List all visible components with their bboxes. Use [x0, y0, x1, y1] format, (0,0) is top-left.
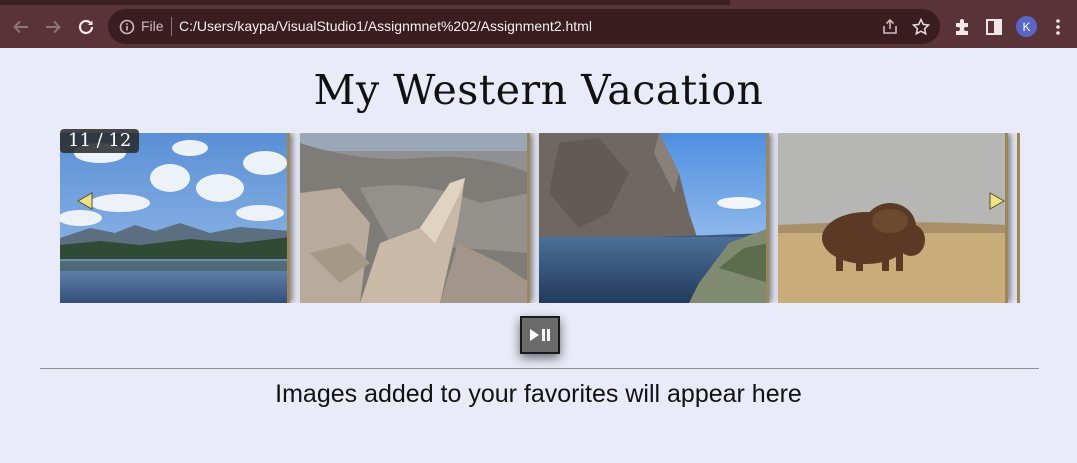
- slide-image-rocky-cliff: [300, 133, 530, 303]
- slide-frame-edge: [287, 133, 290, 303]
- gallery-slide-partial: [1017, 133, 1020, 303]
- slide-frame-edge: [766, 133, 769, 303]
- browser-toolbar: File C:/Users/kaypa/VisualStudio1/Assign…: [0, 5, 1077, 48]
- address-separator: [171, 17, 172, 36]
- kebab-menu-icon[interactable]: [1047, 16, 1069, 38]
- gallery-slide[interactable]: [60, 133, 290, 303]
- address-prefix: File: [141, 18, 164, 34]
- next-arrow-icon[interactable]: [988, 192, 1006, 210]
- address-bar[interactable]: File C:/Users/kaypa/VisualStudio1/Assign…: [108, 9, 940, 44]
- back-button[interactable]: [5, 5, 37, 48]
- gallery-slide[interactable]: [539, 133, 769, 303]
- slide-counter: 11 / 12: [60, 129, 140, 153]
- forward-arrow-icon: [46, 20, 61, 33]
- gallery-slide[interactable]: [778, 133, 1008, 303]
- gallery-slide[interactable]: [300, 133, 530, 303]
- forward-button[interactable]: [37, 5, 69, 48]
- reload-button[interactable]: [70, 5, 102, 48]
- back-arrow-icon: [13, 20, 28, 33]
- share-icon[interactable]: [880, 17, 900, 37]
- slide-frame-edge: [1017, 133, 1020, 303]
- previous-arrow-icon[interactable]: [76, 192, 94, 210]
- page-title: My Western Vacation: [313, 66, 764, 114]
- slide-frame-edge: [1005, 133, 1008, 303]
- profile-avatar[interactable]: K: [1016, 16, 1037, 37]
- info-icon[interactable]: [118, 18, 136, 36]
- star-icon[interactable]: [911, 17, 931, 37]
- sidepanel-icon[interactable]: [983, 16, 1005, 38]
- slide-frame-edge: [527, 133, 530, 303]
- play-pause-button[interactable]: [520, 316, 560, 354]
- address-url[interactable]: C:/Users/kaypa/VisualStudio1/Assignmnet%…: [179, 18, 592, 34]
- slide-image-mountain-lake: [60, 133, 290, 303]
- slide-image-alpine-lake: [539, 133, 769, 303]
- favorites-message: Images added to your favorites will appe…: [275, 380, 802, 408]
- image-gallery: [60, 133, 1020, 303]
- section-divider: [40, 368, 1039, 369]
- extensions-icon[interactable]: [951, 16, 973, 38]
- reload-icon: [78, 19, 94, 34]
- play-pause-icon: [530, 329, 550, 341]
- slide-image-bison: [778, 133, 1008, 303]
